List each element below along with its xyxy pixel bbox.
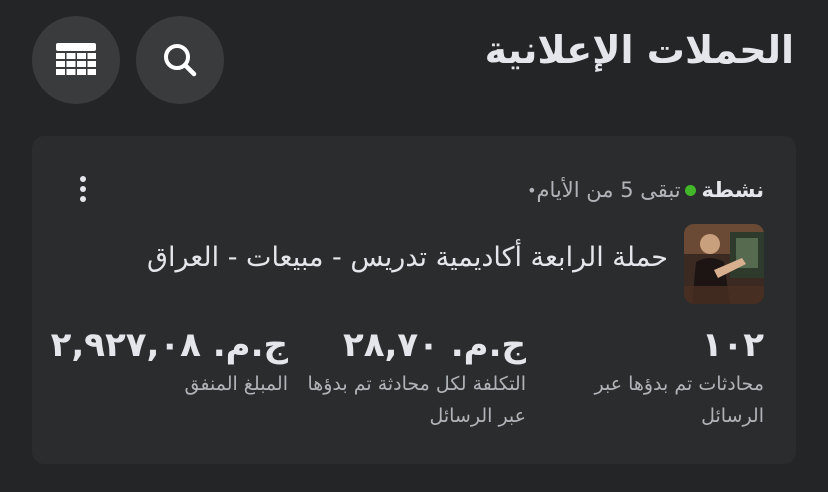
metric-value: ج.م. ٢,٩٢٧,٠٨: [50, 325, 288, 365]
separator-dot: •: [527, 180, 537, 200]
page-title: الحملات الإعلانية: [484, 28, 794, 72]
status-label: نشطة: [701, 178, 764, 202]
days-remaining: تبقى 5 من الأيام: [536, 178, 681, 202]
metric-amount-spent: ج.م. ٢,٩٢٧,٠٨ المبلغ المنفق: [50, 322, 288, 400]
metric-conversations: ١٠٢ محادثات تم بدؤها عبر الرسائل: [554, 322, 764, 432]
more-options-button[interactable]: [68, 172, 98, 206]
more-vertical-icon: [80, 176, 86, 202]
metric-label: محادثات تم بدؤها عبر الرسائل: [594, 373, 764, 427]
metric-cost-per-conversation: ج.م. ٢٨,٧٠ التكلفة لكل محادثة تم بدؤها ع…: [306, 322, 526, 432]
status-active-dot: [684, 184, 696, 196]
campaign-card[interactable]: نشطة تبقى 5 من الأيام • حملة الرابعة أكا…: [32, 136, 796, 464]
table-view-button[interactable]: [32, 16, 120, 104]
campaign-thumbnail: [684, 224, 764, 304]
campaign-name[interactable]: حملة الرابعة أكاديمية تدريس - مبيعات - ا…: [147, 242, 668, 273]
metric-label: المبلغ المنفق: [184, 373, 288, 395]
search-icon: [164, 44, 197, 77]
metric-value: ١٠٢: [701, 325, 764, 365]
metric-value: ج.م. ٢٨,٧٠: [342, 325, 526, 365]
metric-label: التكلفة لكل محادثة تم بدؤها عبر الرسائل: [307, 373, 526, 427]
campaign-status-row: نشطة تبقى 5 من الأيام •: [517, 178, 764, 202]
table-icon: [56, 43, 96, 75]
search-button[interactable]: [136, 16, 224, 104]
